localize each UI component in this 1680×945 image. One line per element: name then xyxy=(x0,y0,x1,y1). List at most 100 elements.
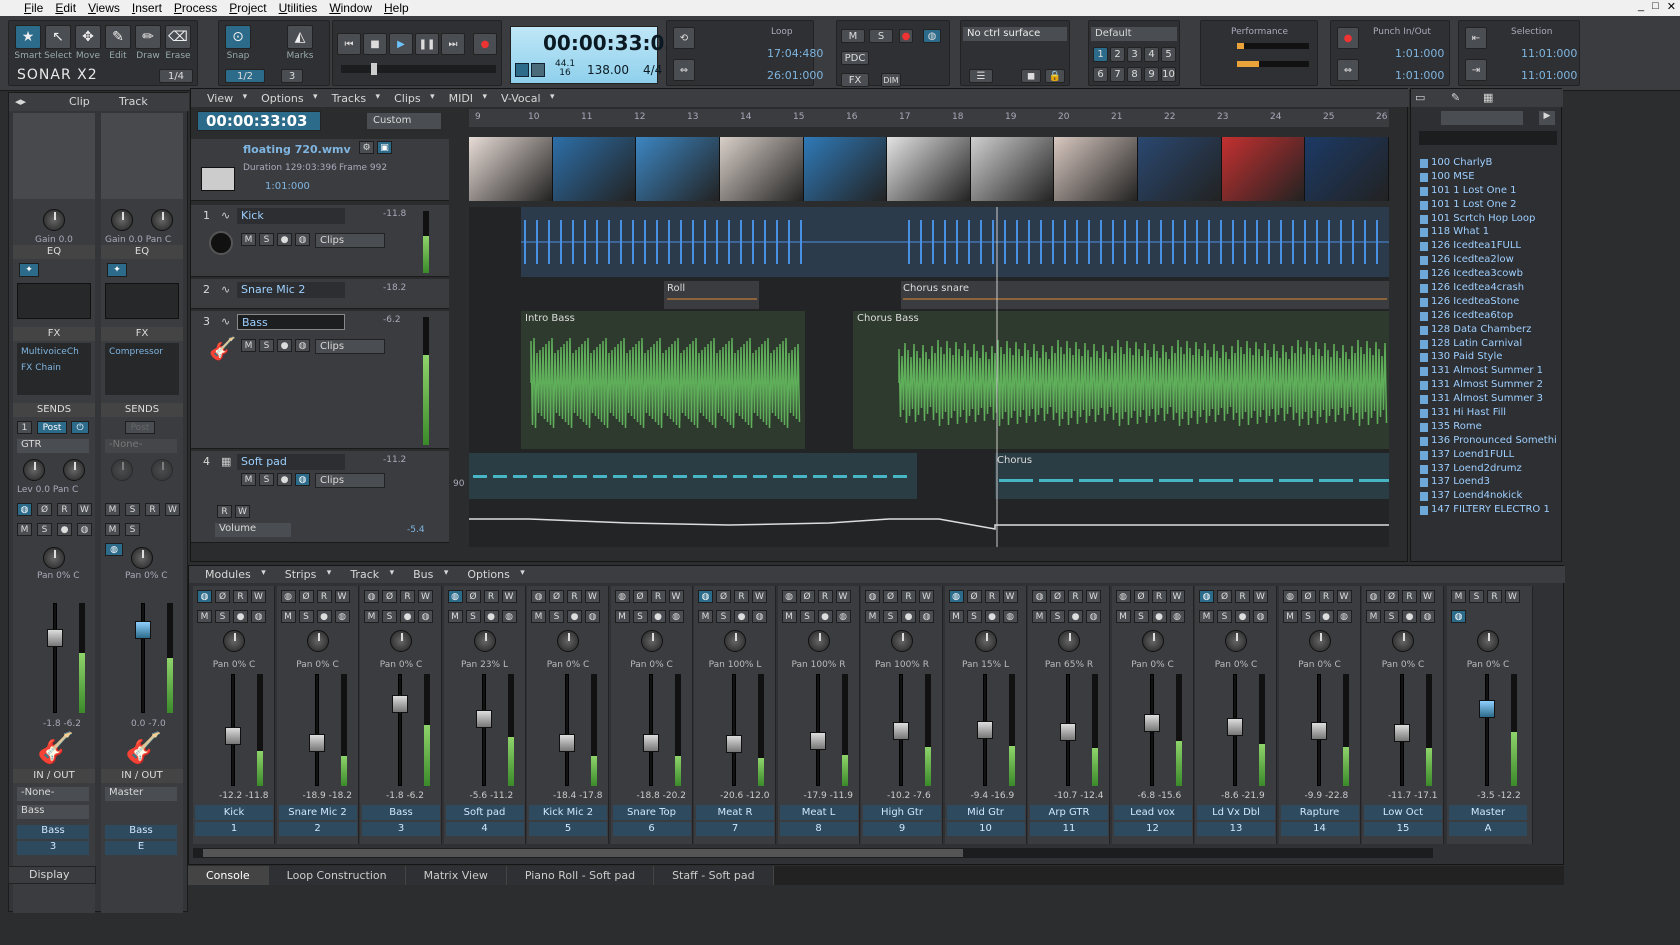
control-surface-select[interactable]: No ctrl surface xyxy=(963,27,1067,41)
menu-file[interactable]: File xyxy=(0,1,49,15)
strip-arm-button[interactable]: ● xyxy=(901,610,916,623)
strip-monitor-button[interactable]: ◍ xyxy=(835,610,851,623)
strip-name[interactable]: Low Oct xyxy=(1364,805,1442,820)
strip-name[interactable]: Lead vox xyxy=(1113,805,1192,820)
strip-write-button[interactable]: W xyxy=(334,590,350,603)
clips-svg[interactable]: Roll Chorus snare Intro Bass Chorus Bass… xyxy=(469,207,1393,547)
strip2-monitor-button[interactable]: ◍ xyxy=(105,543,123,556)
strip-fader[interactable] xyxy=(559,733,575,752)
strip-fader-track[interactable] xyxy=(732,674,736,786)
bus-eq-enable-icon[interactable]: ✦ xyxy=(107,263,127,277)
strip-monitor-button[interactable]: ◍ xyxy=(1420,610,1435,623)
timeline-ruler[interactable]: 9 10 11 12 13 14 15 16 17 18 19 20 21 22 23 24 25 26 xyxy=(469,109,1389,127)
strip1-solo-button[interactable]: S xyxy=(37,523,52,536)
strip-fader[interactable] xyxy=(225,726,241,745)
browser-item[interactable]: 118 What 1 xyxy=(1419,226,1557,240)
strip1-phase-icon[interactable]: Ø xyxy=(37,503,52,516)
strip-monitor-button[interactable]: ◍ xyxy=(585,610,600,623)
strip-solo-button[interactable]: S xyxy=(799,610,815,623)
tempo[interactable]: 138.00 xyxy=(587,63,629,77)
punch-end[interactable]: 1:01:000 xyxy=(1395,69,1444,82)
fx-item-fxchain[interactable]: FX Chain xyxy=(17,357,91,373)
strip-pan-knob[interactable] xyxy=(306,630,329,652)
strip-read-button[interactable]: R xyxy=(1318,590,1334,603)
strip-solo-button[interactable]: S xyxy=(632,610,648,623)
browser-folder-icon[interactable]: ▭ xyxy=(1415,91,1425,104)
snap-count[interactable]: 3 xyxy=(281,69,303,83)
strip-write-button[interactable]: W xyxy=(1002,590,1018,603)
strip-pan-knob[interactable] xyxy=(557,630,579,652)
browser-item[interactable]: 126 Icedtea4crash xyxy=(1419,282,1557,296)
bus-send-pan-knob[interactable] xyxy=(151,459,173,481)
strip-solo-button[interactable]: S xyxy=(716,610,731,623)
strip-mute-button[interactable]: M xyxy=(197,610,212,623)
master-fader[interactable] xyxy=(1479,700,1495,718)
inspector-menu-icon[interactable]: ◂▸ xyxy=(15,95,26,108)
rewind-icon[interactable]: ⏮ xyxy=(337,33,361,55)
strip-echo-button[interactable]: ◍ xyxy=(197,590,212,603)
tv-menu-tracks[interactable]: Tracks xyxy=(320,92,383,105)
strip-mute-button[interactable]: M xyxy=(280,610,296,623)
bus-send-post-button[interactable]: Post xyxy=(125,421,155,434)
strip-fader-track[interactable] xyxy=(648,674,653,786)
bus-fx-bin[interactable]: Compressor xyxy=(105,343,179,395)
inspector-tab-track[interactable]: Track xyxy=(119,95,148,108)
strip1-write-button[interactable]: W xyxy=(77,503,92,516)
strip-monitor-button[interactable]: ◍ xyxy=(418,610,433,623)
mute-all-button[interactable]: M xyxy=(841,29,865,43)
track-4-level[interactable]: -11.2 xyxy=(383,455,406,465)
strip-write-button[interactable]: W xyxy=(1086,590,1101,603)
strip-read-button[interactable]: R xyxy=(233,590,248,603)
strip-phase-icon[interactable]: Ø xyxy=(883,590,898,603)
strip-mute-button[interactable]: M xyxy=(1032,610,1047,623)
move-tool-icon[interactable]: ✥ xyxy=(75,25,101,49)
punch-start[interactable]: 1:01:000 xyxy=(1395,47,1444,60)
browser-item[interactable]: 135 Rome xyxy=(1419,421,1557,435)
send-number[interactable]: 1 xyxy=(17,421,32,434)
bus-image-slot[interactable] xyxy=(101,113,183,199)
record-arm-icon[interactable]: ● xyxy=(899,29,913,43)
strip-mute-button[interactable]: M xyxy=(781,610,797,623)
strip-arm-button[interactable]: ● xyxy=(817,610,833,623)
strip-phase-icon[interactable]: Ø xyxy=(1300,590,1316,603)
track-1-level[interactable]: -11.8 xyxy=(383,209,406,219)
strip-read-button[interactable]: R xyxy=(400,590,415,603)
master-pan-knob[interactable] xyxy=(1477,630,1499,652)
snap-icon[interactable]: ⊙ xyxy=(225,25,251,49)
tv-menu-clips[interactable]: Clips xyxy=(382,92,437,105)
strip-fader[interactable] xyxy=(1310,722,1327,740)
strip-pan-knob[interactable] xyxy=(974,630,997,652)
strip-solo-button[interactable]: S xyxy=(298,610,314,623)
strip-pan-knob[interactable] xyxy=(390,630,412,652)
strip-mute-button[interactable]: M xyxy=(531,610,546,623)
cv-menu-track[interactable]: Track xyxy=(334,568,397,581)
strip-name[interactable]: Meat R xyxy=(696,805,774,820)
menu-process[interactable]: Process xyxy=(168,1,223,15)
menu-project[interactable]: Project xyxy=(223,1,272,15)
strip-fader-track[interactable] xyxy=(314,674,319,786)
strip-read-button[interactable]: R xyxy=(483,590,499,603)
strip-arm-button[interactable]: ● xyxy=(316,610,332,623)
cv-menu-options[interactable]: Options xyxy=(451,568,527,581)
screenset-button-3[interactable]: 3 xyxy=(1127,47,1142,62)
strip2-mute-button-top[interactable]: M xyxy=(105,503,120,516)
strip-phase-icon[interactable]: Ø xyxy=(799,590,815,603)
strip1-fader-track[interactable] xyxy=(53,603,57,713)
strip-arm-button[interactable]: ● xyxy=(1402,610,1417,623)
strip-mute-button[interactable]: M xyxy=(865,610,880,623)
strip-mute-button[interactable]: M xyxy=(364,610,379,623)
automation-write[interactable]: W xyxy=(235,505,250,518)
strip-write-button[interactable]: W xyxy=(919,590,934,603)
strip2-output-select[interactable]: Master xyxy=(105,787,177,801)
strip1-read-button[interactable]: R xyxy=(57,503,72,516)
strip-pan-knob[interactable] xyxy=(1058,630,1080,652)
master-monitor-button[interactable]: ◍ xyxy=(1451,610,1466,623)
strip-mute-button[interactable]: M xyxy=(948,610,964,623)
strip-pan-knob[interactable] xyxy=(223,630,245,652)
smart-grid-value[interactable]: 1/4 xyxy=(159,69,193,83)
strip-phase-icon[interactable]: Ø xyxy=(549,590,564,603)
tv-menu-midi[interactable]: MIDI xyxy=(437,92,489,105)
strip-write-button[interactable]: W xyxy=(1169,590,1185,603)
strip-phase-icon[interactable]: Ø xyxy=(966,590,982,603)
cv-menu-modules[interactable]: Modules xyxy=(189,568,269,581)
